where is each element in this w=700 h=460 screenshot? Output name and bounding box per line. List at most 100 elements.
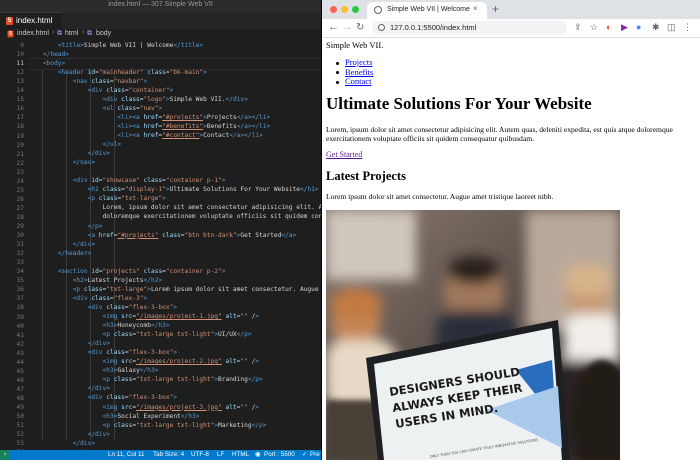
status-live-server-port[interactable]: Port : 5500: [264, 451, 295, 458]
close-window-button[interactable]: [330, 6, 337, 13]
status-language[interactable]: HTML: [232, 451, 249, 458]
maximize-window-button[interactable]: [352, 6, 359, 13]
nav-link-benefits[interactable]: Benefits: [345, 67, 373, 77]
line-number: 32: [16, 250, 24, 258]
minimize-window-button[interactable]: [341, 6, 348, 13]
code-line[interactable]: <h3>Galaxy</h3>: [28, 367, 159, 374]
breadcrumb-html[interactable]: html: [65, 30, 78, 37]
get-started-link[interactable]: Get Started: [326, 150, 362, 159]
code-line[interactable]: </div>: [28, 150, 110, 157]
nav-link-contact[interactable]: Contact: [345, 76, 371, 86]
code-line[interactable]: <div class="flex-3-box">: [28, 349, 177, 356]
line-number: 25: [16, 186, 24, 194]
code-line[interactable]: <h3>Honeycomb</h3>: [28, 322, 170, 329]
reload-icon[interactable]: ↻: [356, 22, 364, 33]
code-line[interactable]: <body>: [28, 60, 65, 67]
code-line[interactable]: <div class="flex-3">: [28, 295, 148, 302]
address-bar[interactable]: 127.0.0.1:5500/index.html: [372, 21, 567, 35]
chevron-right-icon: ›: [52, 29, 55, 36]
html-file-icon: 5: [7, 30, 14, 38]
code-line[interactable]: </head>: [28, 51, 69, 58]
code-line[interactable]: <h2>Latest Projects</h2>: [28, 277, 162, 284]
breadcrumb-file[interactable]: index.html: [17, 30, 49, 37]
site-info-icon[interactable]: [378, 24, 385, 31]
bookmark-star-icon[interactable]: ☆: [590, 22, 598, 33]
line-number: 20: [16, 141, 24, 149]
nav-item-contact: Contact: [336, 76, 373, 87]
code-line[interactable]: <div class="container">: [28, 87, 174, 94]
status-cursor-position[interactable]: Ln 11, Col 11: [108, 451, 145, 458]
line-number: 9: [20, 42, 24, 49]
code-line[interactable]: </div>: [28, 340, 110, 347]
puzzle-extensions-icon[interactable]: ✱: [652, 22, 660, 33]
code-line[interactable]: <li><a href="#projects">Projects</a></li…: [28, 114, 270, 121]
tab-close-icon[interactable]: ×: [473, 4, 478, 13]
status-eol[interactable]: LF: [217, 451, 224, 458]
code-line[interactable]: <section id="projects" class="container …: [28, 268, 226, 275]
code-line[interactable]: doloremque exercitationem voluptate offi…: [28, 213, 322, 220]
code-line[interactable]: <p class="txt-large">Lorem ipsum dolor s…: [28, 286, 321, 293]
forward-arrow-icon[interactable]: →: [342, 21, 353, 33]
new-tab-button[interactable]: +: [492, 2, 499, 16]
code-line[interactable]: <img src="/images/project-3.jpg" alt="" …: [28, 404, 260, 411]
code-line[interactable]: <p class="txt-large">: [28, 195, 166, 202]
code-line[interactable]: </p>: [28, 223, 103, 230]
globe-icon: [374, 6, 382, 14]
code-line[interactable]: <img src="/images/project-2.jpg" alt="" …: [28, 358, 260, 365]
code-line[interactable]: <title>Simple Web VII | Welcome</title>: [28, 42, 203, 49]
code-line[interactable]: <div id="showcase" class="container p-1"…: [28, 177, 226, 184]
code-line[interactable]: <li><a href="#benefits">Benefits</a></li…: [28, 123, 270, 130]
line-number: 42: [16, 340, 24, 348]
code-line[interactable]: <h3>Social Experiment</h3>: [28, 413, 200, 420]
code-line[interactable]: <a href="#projects" class="btn btn-dark"…: [28, 232, 297, 239]
code-line[interactable]: </header>: [28, 250, 92, 257]
remote-icon[interactable]: ›: [0, 450, 10, 460]
code-line[interactable]: <ul class="nav">: [28, 105, 163, 112]
code-area[interactable]: <title>Simple Web VII | Welcome</title> …: [28, 40, 321, 450]
breadcrumb-body[interactable]: body: [96, 30, 111, 37]
code-line[interactable]: </div>: [28, 440, 95, 447]
project-photo: DESIGNERS SHOULD ALWAYS KEEP THEIR USERS…: [326, 210, 620, 460]
side-panel-icon[interactable]: ◫: [667, 22, 676, 33]
status-prettier[interactable]: Pre: [310, 451, 320, 458]
code-line[interactable]: <div class="logo">Simple Web VII.</div>: [28, 96, 248, 103]
line-number: 47: [16, 385, 24, 393]
line-number: 35: [16, 277, 24, 285]
line-number: 33: [16, 259, 24, 267]
extension-purple-icon[interactable]: ▶: [621, 22, 628, 33]
code-line[interactable]: <p class="txt-large txt-light">Branding<…: [28, 376, 263, 383]
code-line[interactable]: <p class="txt-large txt-light">Marketing…: [28, 422, 267, 429]
code-line[interactable]: </ul>: [28, 141, 122, 148]
status-encoding[interactable]: UTF-8: [191, 451, 209, 458]
code-line[interactable]: <p class="txt-large txt-light">UI/UX</p>: [28, 331, 252, 338]
code-line[interactable]: <nav class="navbar">: [28, 78, 148, 85]
more-menu-icon[interactable]: ⋮: [683, 22, 692, 33]
line-number: 44: [16, 358, 24, 366]
line-number: 19: [16, 132, 24, 140]
browser-tab[interactable]: Simple Web VII | Welcome ×: [367, 2, 487, 19]
code-line[interactable]: <div class="flex-3-box">: [28, 394, 177, 401]
line-number: 53: [16, 440, 24, 448]
chevron-right-icon: ›: [82, 29, 85, 36]
code-line[interactable]: <h1 class="display-1">Ultimate Solutions…: [28, 186, 319, 193]
share-icon[interactable]: ⇪: [574, 22, 582, 33]
extension-red-icon[interactable]: ◐: [606, 22, 611, 32]
extension-blue-icon[interactable]: ●: [636, 22, 641, 32]
code-line[interactable]: <li><a href="#contact">Contact</a></li>: [28, 132, 262, 139]
code-line[interactable]: </div>: [28, 431, 110, 438]
code-line[interactable]: <div class="flex-3-box">: [28, 304, 177, 311]
code-line[interactable]: </div>: [28, 385, 110, 392]
status-bar: › Ln 11, Col 11 Tab Size: 4 UTF-8 LF HTM…: [0, 450, 321, 460]
code-line[interactable]: <header id="mainheader" class="bk-main">: [28, 69, 207, 76]
back-arrow-icon[interactable]: ←: [328, 21, 339, 33]
code-line[interactable]: Lorem, ipsum dolor sit amet consectetur …: [28, 204, 322, 211]
editor-tab-index-html[interactable]: 5 index.html: [0, 12, 62, 29]
code-line[interactable]: </nav>: [28, 159, 95, 166]
code-line[interactable]: </div>: [28, 241, 95, 248]
nav-link-projects[interactable]: Projects: [345, 57, 372, 67]
check-icon: ✓: [302, 451, 308, 458]
code-line[interactable]: <img src="/images/project-1.jpg" alt="" …: [28, 313, 260, 320]
editor-titlebar: index.html — 307 Simple Web VII: [0, 0, 321, 12]
status-tab-size[interactable]: Tab Size: 4: [153, 451, 184, 458]
html-file-icon: 5: [6, 17, 13, 25]
